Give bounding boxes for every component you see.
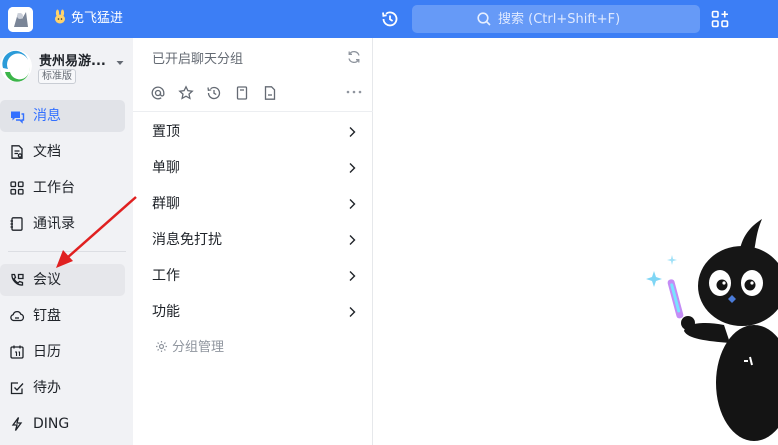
apps-grid-icon[interactable] — [711, 10, 729, 28]
clipboard-icon[interactable] — [234, 85, 250, 101]
conversation-area — [374, 38, 778, 445]
org-name: 贵州易游... — [39, 54, 106, 69]
calendar-icon — [9, 344, 25, 360]
chevron-right-icon — [347, 267, 357, 281]
chat-group-item[interactable]: 群聊 — [133, 184, 373, 220]
sidebar-item-label: 消息 — [33, 108, 61, 124]
chevron-right-icon — [347, 159, 357, 173]
more-icon[interactable] — [344, 84, 364, 100]
sidebar-divider — [8, 251, 126, 252]
chat-group-label: 群聊 — [152, 196, 180, 212]
workbench-icon — [9, 180, 25, 196]
chat-group-label: 置顶 — [152, 124, 180, 140]
search-input[interactable] — [498, 5, 688, 33]
meeting-icon — [9, 272, 25, 288]
sidebar-item-label: 文档 — [33, 144, 61, 160]
top-bar: 免飞猛进 — [0, 0, 778, 38]
org-name-label: 免飞猛进 — [71, 11, 124, 26]
gear-icon — [155, 340, 168, 353]
sidebar-item-label: 待办 — [33, 380, 61, 396]
chat-groups-header: 已开启聊天分组 — [152, 52, 244, 67]
search-bar[interactable] — [412, 5, 700, 33]
refresh-icon[interactable] — [346, 49, 362, 65]
sidebar-item-label: 会议 — [33, 272, 61, 288]
cloud-drive-icon — [9, 308, 25, 324]
chat-group-label: 单聊 — [152, 160, 180, 176]
todo-icon — [9, 380, 25, 396]
chat-group-list: 置顶 单聊 群聊 消息免打扰 工作 功能 — [133, 112, 373, 328]
chat-group-label: 功能 — [152, 304, 180, 320]
chat-group-label: 消息免打扰 — [152, 232, 222, 248]
file-icon[interactable] — [262, 85, 278, 101]
sidebar-item-calendar[interactable]: 日历 — [0, 336, 125, 368]
chat-group-item[interactable]: 单聊 — [133, 148, 373, 184]
message-icon — [9, 108, 25, 124]
chat-group-item[interactable]: 消息免打扰 — [133, 220, 373, 256]
app-logo-icon[interactable] — [8, 7, 33, 32]
app-window: 免飞猛进 搜索 (Ctrl+Shift+F) 贵州易游... 标准版 消息 文档… — [0, 0, 778, 445]
mention-icon[interactable] — [150, 85, 166, 101]
edition-badge: 标准版 — [38, 69, 76, 84]
sidebar-item-meeting[interactable]: 会议 — [0, 264, 125, 296]
sidebar-item-ding[interactable]: DING — [0, 408, 125, 440]
star-icon[interactable] — [178, 85, 194, 101]
sidebar-item-workbench[interactable]: 工作台 — [0, 172, 125, 204]
chevron-right-icon — [347, 303, 357, 317]
sidebar-item-label: 工作台 — [33, 180, 75, 196]
clock-icon[interactable] — [206, 85, 222, 101]
chat-group-item[interactable]: 工作 — [133, 256, 373, 292]
history-icon[interactable] — [380, 9, 400, 29]
chat-group-label: 工作 — [152, 268, 180, 284]
sidebar-item-contacts[interactable]: 通讯录 — [0, 208, 125, 240]
chevron-right-icon — [347, 231, 357, 245]
chevron-right-icon — [347, 123, 357, 137]
mascot-illustration — [644, 213, 778, 445]
chat-group-item[interactable]: 功能 — [133, 292, 373, 328]
document-icon — [9, 144, 25, 160]
sidebar-item-label: 通讯录 — [33, 216, 75, 232]
chevron-right-icon — [347, 195, 357, 209]
caret-down-icon[interactable] — [115, 53, 125, 65]
sidebar-item-messages[interactable]: 消息 — [0, 100, 125, 132]
search-icon — [476, 11, 492, 27]
sidebar-item-cloud-drive[interactable]: 钉盘 — [0, 300, 125, 332]
contacts-icon — [9, 216, 25, 232]
sidebar-item-docs[interactable]: 文档 — [0, 136, 125, 168]
sidebar-item-label: DING — [33, 416, 70, 432]
chat-group-item[interactable]: 置顶 — [133, 112, 373, 148]
group-manage-label: 分组管理 — [172, 340, 225, 355]
org-avatar[interactable] — [0, 50, 32, 82]
sidebar: 贵州易游... 标准版 消息 文档 工作台 通讯录 会议 钉盘 日历 待办 DI… — [0, 38, 133, 445]
ding-lightning-icon — [9, 416, 25, 432]
chat-group-panel: 已开启聊天分组 置顶 单聊 群聊 消息免打扰 工作 功能 分组管理 — [133, 38, 373, 445]
sidebar-nav: 消息 文档 工作台 通讯录 会议 钉盘 日历 待办 DING — [0, 100, 133, 444]
group-manage-button[interactable]: 分组管理 — [155, 336, 225, 355]
sidebar-item-todo[interactable]: 待办 — [0, 372, 125, 404]
sidebar-item-label: 钉盘 — [33, 308, 61, 324]
sidebar-item-label: 日历 — [33, 344, 61, 360]
org-switcher[interactable]: 免飞猛进 — [52, 9, 123, 29]
org-header[interactable]: 贵州易游... 标准版 — [0, 38, 133, 94]
rabbit-icon — [52, 9, 68, 25]
